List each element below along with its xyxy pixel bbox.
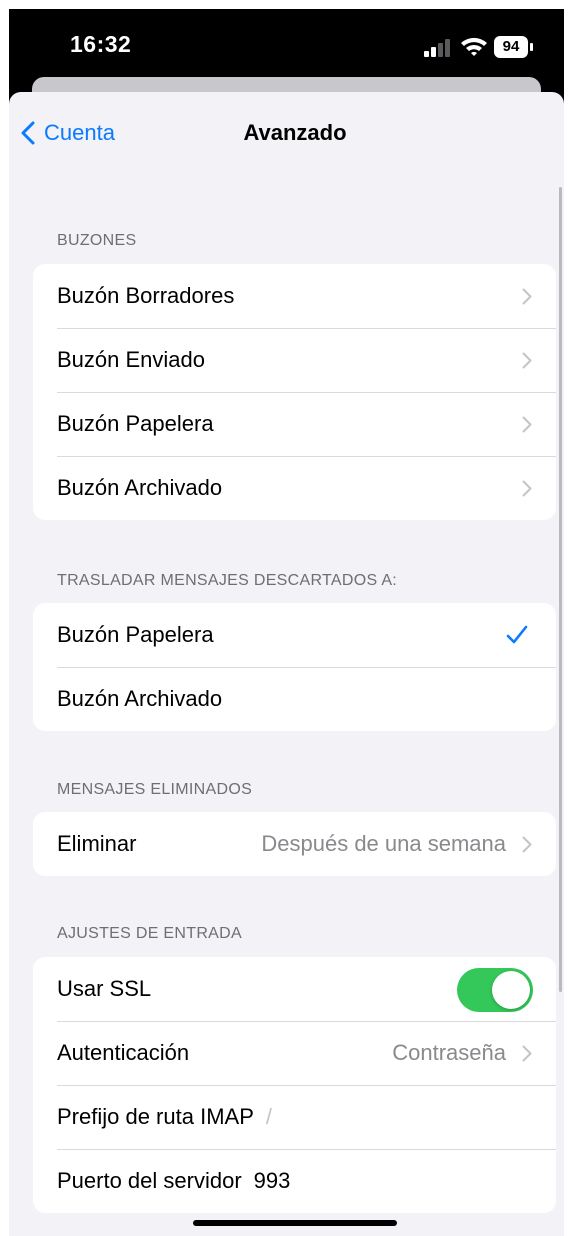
imap-prefix-row[interactable]: Prefijo de ruta IMAP /: [33, 1085, 556, 1149]
authentication-row[interactable]: Autenticación Contraseña: [33, 1021, 556, 1085]
section-header-mailboxes: BUZONES: [57, 232, 137, 249]
discard-to-archive-option[interactable]: Buzón Archivado: [33, 667, 556, 731]
settings-sheet: Avanzado Cuenta BUZONES Buzón Borradores…: [9, 92, 564, 1236]
mailbox-drafts-row[interactable]: Buzón Borradores: [33, 264, 556, 328]
row-label: Prefijo de ruta IMAP: [57, 1104, 254, 1129]
chevron-left-icon: [21, 121, 35, 145]
use-ssl-row: Usar SSL: [33, 957, 556, 1021]
remove-deleted-value: Después de una semana: [261, 831, 506, 856]
home-indicator[interactable]: [193, 1220, 397, 1226]
row-label: Buzón Papelera: [57, 622, 214, 647]
row-label: Autenticación: [57, 1040, 190, 1065]
mailbox-sent-row[interactable]: Buzón Enviado: [33, 328, 556, 392]
chevron-right-icon: [522, 836, 532, 853]
chevron-right-icon: [522, 352, 532, 369]
status-time: 16:32: [70, 31, 132, 57]
wifi-icon: [459, 34, 489, 58]
use-ssl-toggle[interactable]: [457, 968, 533, 1012]
server-port-row[interactable]: Puerto del servidor 993: [33, 1149, 556, 1213]
back-button-label: Cuenta: [44, 120, 115, 145]
row-label: Buzón Borradores: [57, 283, 235, 308]
row-label: Buzón Papelera: [57, 411, 214, 436]
mailbox-trash-row[interactable]: Buzón Papelera: [33, 392, 556, 456]
move-discarded-group: Buzón Papelera Buzón Archivado: [33, 603, 556, 731]
toggle-knob: [492, 971, 530, 1009]
scrollbar[interactable]: [559, 187, 562, 992]
row-label: Buzón Archivado: [57, 475, 223, 500]
chevron-right-icon: [522, 288, 532, 305]
incoming-settings-group: Usar SSL Autenticación Contraseña Prefij…: [33, 957, 556, 1213]
chevron-right-icon: [522, 1045, 532, 1062]
row-label: Eliminar: [57, 831, 137, 856]
checkmark-icon: [506, 625, 528, 644]
battery-icon: 94: [494, 36, 534, 58]
battery-level: 94: [494, 36, 528, 58]
section-header-deleted-messages: MENSAJES ELIMINADOS: [57, 781, 253, 798]
server-port-input[interactable]: 993: [254, 1168, 291, 1194]
phone-screen: 16:32 94 Avanzado Cuenta BUZONES Buzón B…: [9, 9, 564, 1236]
chevron-right-icon: [522, 416, 532, 433]
mailbox-archive-row[interactable]: Buzón Archivado: [33, 456, 556, 520]
imap-prefix-input[interactable]: /: [266, 1104, 272, 1130]
navigation-bar: Avanzado Cuenta: [9, 92, 564, 192]
row-label: Usar SSL: [57, 976, 152, 1001]
chevron-right-icon: [522, 480, 532, 497]
authentication-value: Contraseña: [392, 1040, 506, 1065]
mailboxes-group: Buzón Borradores Buzón Enviado Buzón Pap…: [33, 264, 556, 520]
remove-deleted-row[interactable]: Eliminar Después de una semana: [33, 812, 556, 876]
deleted-messages-group: Eliminar Después de una semana: [33, 812, 556, 876]
row-label: Buzón Archivado: [57, 686, 223, 711]
row-label: Buzón Enviado: [57, 347, 205, 372]
row-label: Puerto del servidor: [57, 1168, 242, 1193]
back-button[interactable]: Cuenta: [21, 118, 115, 148]
discard-to-trash-option[interactable]: Buzón Papelera: [33, 603, 556, 667]
cellular-signal-icon: [424, 39, 452, 57]
section-header-move-discarded: TRASLADAR MENSAJES DESCARTADOS A:: [57, 572, 398, 589]
section-header-incoming-settings: AJUSTES DE ENTRADA: [57, 925, 242, 942]
